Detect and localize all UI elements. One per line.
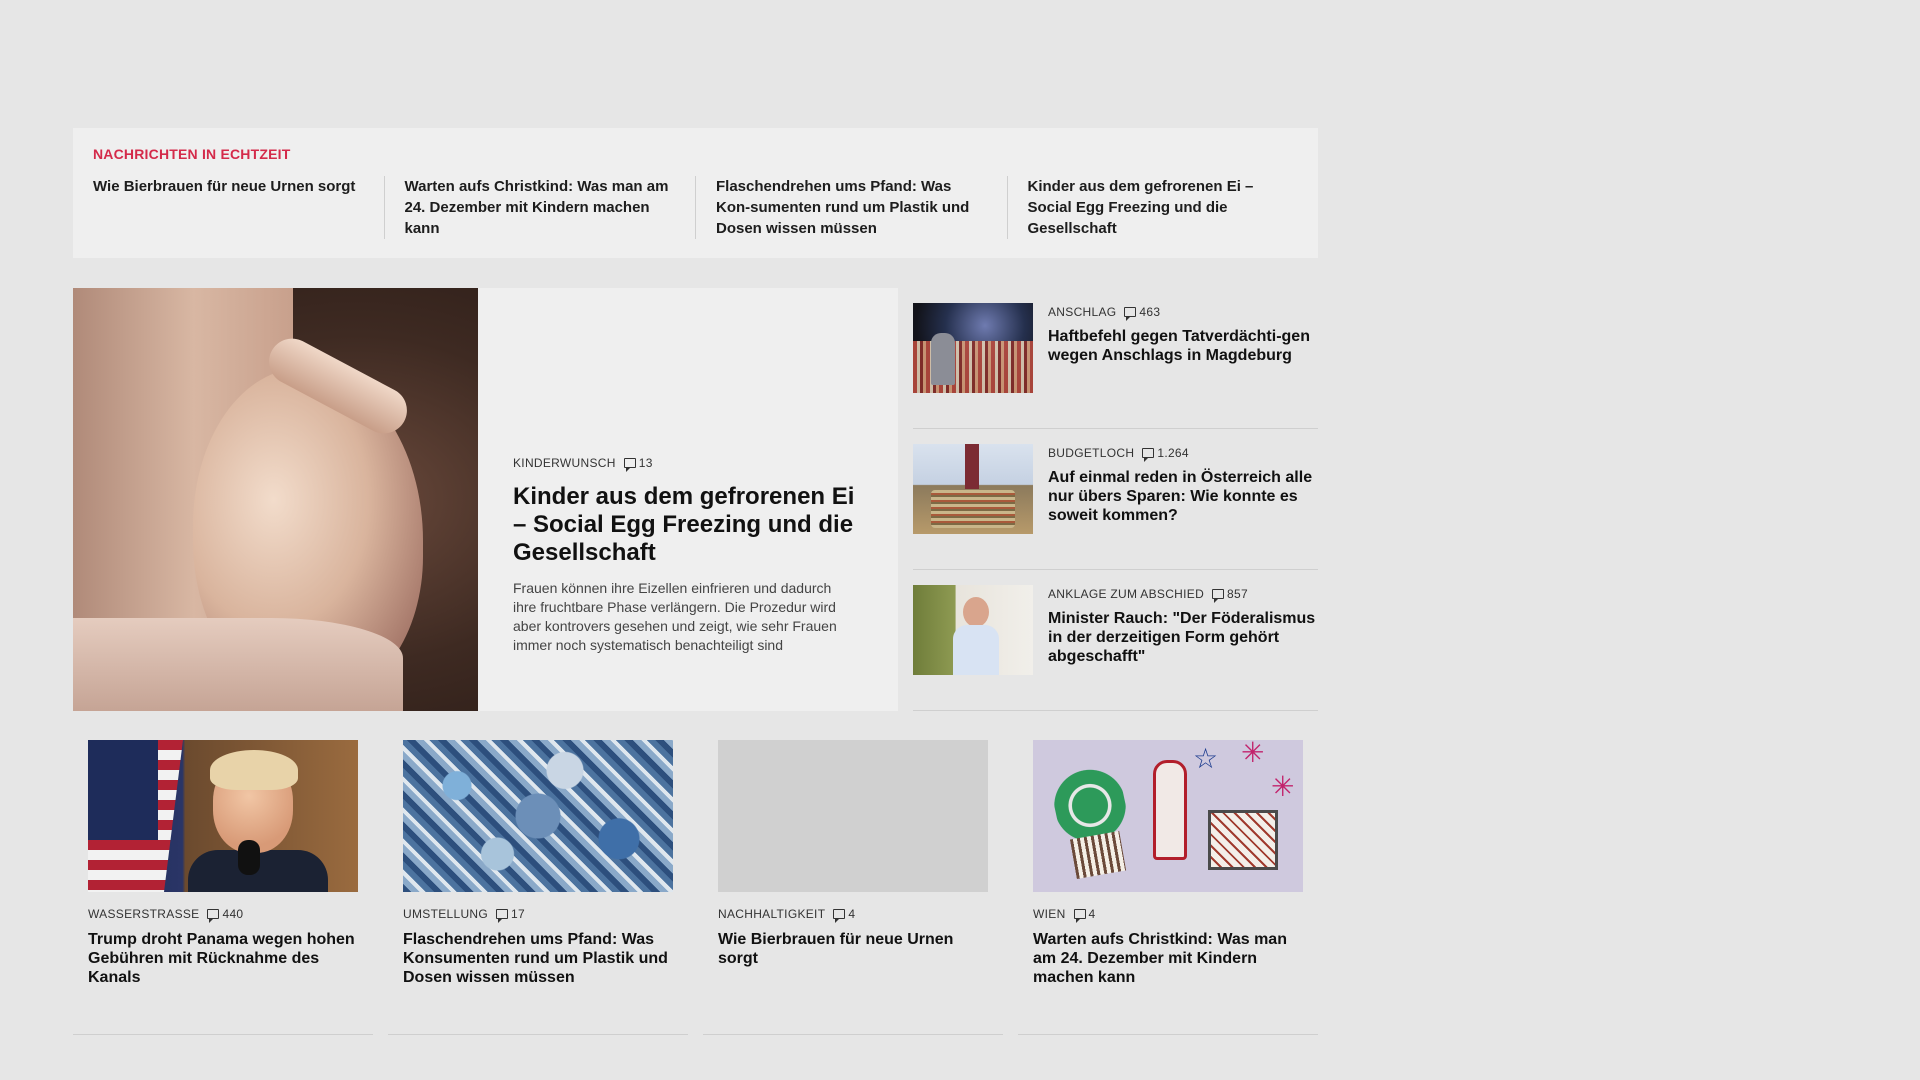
side-comments[interactable]: 463 <box>1124 305 1161 321</box>
comment-icon <box>207 909 220 923</box>
side-text: ANKLAGE ZUM ABSCHIED 857 Minister Rauch:… <box>1048 585 1318 676</box>
ticker-item[interactable]: Kinder aus dem gefrorenen Ei – Social Eg… <box>1006 176 1299 239</box>
comment-icon <box>496 909 509 923</box>
side-item[interactable]: ANSCHLAG 463 Haftbefehl gegen Tatverdäch… <box>913 288 1318 429</box>
thumb-person <box>953 597 999 675</box>
image-figure <box>1153 760 1187 860</box>
article-card[interactable]: UMSTELLUNG 17 Flaschendrehen ums Pfand: … <box>388 740 688 1035</box>
thumb-tie <box>965 444 979 489</box>
comment-icon <box>1124 307 1137 321</box>
article-card[interactable]: NACHHALTIGKEIT 4 Wie Bierbrauen für neue… <box>703 740 1003 1035</box>
card-kicker-label: UMSTELLUNG <box>403 907 489 921</box>
card-title[interactable]: Wie Bierbrauen für neue Urnen sorgt <box>718 930 988 968</box>
thumb-person-head <box>963 597 989 627</box>
comment-icon <box>1142 448 1155 462</box>
card-comment-count: 17 <box>511 907 525 921</box>
comment-icon <box>623 458 636 472</box>
live-ticker: NACHRICHTEN IN ECHTZEIT Wie Bierbrauen f… <box>73 128 1318 258</box>
hero-comment-count: 13 <box>638 456 653 470</box>
star-icon: ✳ <box>1271 771 1295 802</box>
thumb-stack <box>931 490 1015 528</box>
side-comments[interactable]: 857 <box>1212 587 1248 603</box>
side-text: ANSCHLAG 463 Haftbefehl gegen Tatverdäch… <box>1048 303 1318 394</box>
card-comments[interactable]: 4 <box>833 907 856 923</box>
card-comments[interactable]: 4 <box>1073 907 1096 923</box>
card-kicker: NACHHALTIGKEIT 4 <box>718 907 988 923</box>
card-kicker-label: WIEN <box>1033 907 1066 921</box>
hero-article[interactable]: KINDERWUNSCH 13 Kinder aus dem gefrorene… <box>73 288 898 711</box>
hero-comments[interactable]: 13 <box>623 456 653 472</box>
side-comment-count: 1.264 <box>1157 446 1189 460</box>
side-text: BUDGETLOCH 1.264 Auf einmal reden in Öst… <box>1048 444 1318 535</box>
side-title[interactable]: Haftbefehl gegen Tatverdächti-gen wegen … <box>1048 327 1318 365</box>
thumb-person-body <box>953 625 999 675</box>
side-comment-count: 463 <box>1139 305 1161 319</box>
image-microphone <box>238 840 260 875</box>
side-title[interactable]: Minister Rauch: "Der Föderalismus in der… <box>1048 609 1318 666</box>
side-kicker: BUDGETLOCH 1.264 <box>1048 446 1318 462</box>
comment-icon <box>1212 589 1225 603</box>
card-comment-count: 440 <box>222 907 244 921</box>
side-kicker-label: BUDGETLOCH <box>1048 446 1135 460</box>
ticker-title: NACHRICHTEN IN ECHTZEIT <box>93 146 291 162</box>
side-thumb-image[interactable] <box>913 444 1033 534</box>
thumb-statue <box>931 333 955 385</box>
article-card[interactable]: WASSERSTRASSE 440 Trump droht Panama weg… <box>73 740 373 1035</box>
card-title[interactable]: Flaschendrehen ums Pfand: Was Konsumente… <box>403 930 673 987</box>
card-image[interactable]: ☆ ✳ ✳ <box>1033 740 1303 892</box>
side-thumb-image[interactable] <box>913 303 1033 393</box>
image-hair <box>210 750 298 790</box>
ticker-row: Wie Bierbrauen für neue Urnen sorgt Wart… <box>93 176 1298 239</box>
side-thumb-image[interactable] <box>913 585 1033 675</box>
image-gift <box>1208 810 1278 870</box>
side-comment-count: 857 <box>1227 587 1248 601</box>
side-item[interactable]: BUDGETLOCH 1.264 Auf einmal reden in Öst… <box>913 429 1318 570</box>
comment-icon <box>833 909 846 923</box>
side-comments[interactable]: 1.264 <box>1142 446 1189 462</box>
article-row: WASSERSTRASSE 440 Trump droht Panama weg… <box>73 740 1318 1035</box>
ticker-item[interactable]: Flaschendrehen ums Pfand: Was Kon-sument… <box>695 176 1007 239</box>
side-kicker: ANSCHLAG 463 <box>1048 305 1318 321</box>
side-kicker-label: ANKLAGE ZUM ABSCHIED <box>1048 587 1205 601</box>
hero-text: KINDERWUNSCH 13 Kinder aus dem gefrorene… <box>478 288 898 711</box>
card-image[interactable] <box>88 740 358 892</box>
hero-image[interactable] <box>73 288 478 711</box>
card-title[interactable]: Warten aufs Christkind: Was man am 24. D… <box>1033 930 1303 987</box>
card-image-placeholder[interactable] <box>718 740 988 892</box>
article-card[interactable]: ☆ ✳ ✳ WIEN 4 Warten aufs Christkind: Was… <box>1018 740 1318 1035</box>
card-comment-count: 4 <box>1088 907 1096 921</box>
page: NACHRICHTEN IN ECHTZEIT Wie Bierbrauen f… <box>0 0 1920 1080</box>
side-list: ANSCHLAG 463 Haftbefehl gegen Tatverdäch… <box>913 288 1318 711</box>
image-trunk <box>1069 830 1127 880</box>
star-icon: ☆ <box>1193 743 1219 774</box>
hero-kicker: KINDERWUNSCH 13 <box>513 456 858 472</box>
card-kicker: WIEN 4 <box>1033 907 1303 923</box>
card-comment-count: 4 <box>848 907 856 921</box>
side-kicker-label: ANSCHLAG <box>1048 305 1117 319</box>
card-comments[interactable]: 17 <box>496 907 525 923</box>
hero-teaser: Frauen können ihre Eizellen einfrieren u… <box>513 580 837 653</box>
card-kicker: UMSTELLUNG 17 <box>403 907 673 923</box>
ticker-item[interactable]: Wie Bierbrauen für neue Urnen sorgt <box>93 176 384 239</box>
side-kicker: ANKLAGE ZUM ABSCHIED 857 <box>1048 587 1318 603</box>
card-image[interactable] <box>403 740 673 892</box>
comment-icon <box>1073 909 1086 923</box>
card-kicker-label: WASSERSTRASSE <box>88 907 200 921</box>
hero-title[interactable]: Kinder aus dem gefrorenen Ei – Social Eg… <box>513 483 858 567</box>
side-title[interactable]: Auf einmal reden in Österreich alle nur … <box>1048 468 1318 525</box>
card-kicker: WASSERSTRASSE 440 <box>88 907 358 923</box>
card-title[interactable]: Trump droht Panama wegen hohen Gebühren … <box>88 930 358 987</box>
hero-kicker-label: KINDERWUNSCH <box>513 456 616 470</box>
image-flag-stars <box>88 740 158 840</box>
side-item[interactable]: ANKLAGE ZUM ABSCHIED 857 Minister Rauch:… <box>913 570 1318 711</box>
ticker-item[interactable]: Warten aufs Christkind: Was man am 24. D… <box>383 176 696 239</box>
star-icon: ✳ <box>1241 740 1265 768</box>
card-comments[interactable]: 440 <box>207 907 244 923</box>
card-kicker-label: NACHHALTIGKEIT <box>718 907 826 921</box>
hero-image-cloth <box>73 618 403 711</box>
